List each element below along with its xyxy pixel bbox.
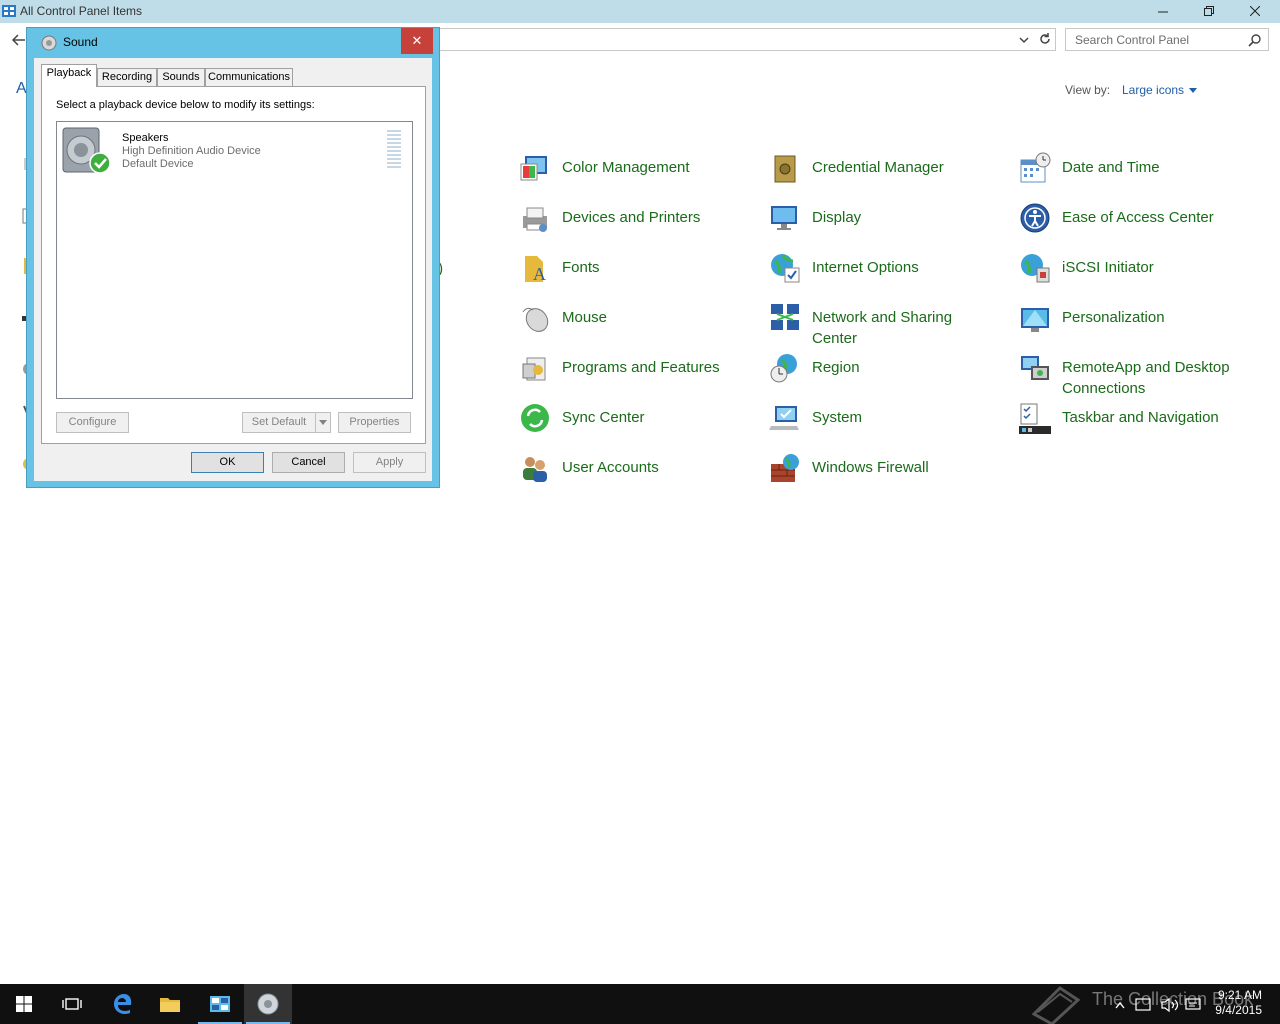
- fonts-icon: A: [525, 256, 546, 284]
- task-view-icon: [62, 998, 82, 1010]
- item-region[interactable]: Region: [769, 352, 860, 384]
- item-display[interactable]: Display: [769, 202, 861, 234]
- instruction-text: Select a playback device below to modify…: [56, 99, 315, 111]
- dialog-close-button[interactable]: ✕: [401, 28, 433, 54]
- mouse-icon: [522, 307, 549, 332]
- close-icon: [1249, 5, 1261, 17]
- item-user-accounts[interactable]: User Accounts: [519, 452, 659, 484]
- item-credential-manager[interactable]: Credential Manager: [769, 152, 944, 184]
- task-view-button[interactable]: [48, 984, 96, 1024]
- item-color-management[interactable]: Color Management: [519, 152, 690, 184]
- color-management-icon: [520, 156, 547, 181]
- tab-sounds[interactable]: Sounds: [157, 68, 205, 86]
- system-icon: [769, 406, 799, 430]
- search-placeholder: Search Control Panel: [1075, 33, 1190, 47]
- title-bar[interactable]: All Control Panel Items: [0, 0, 1280, 23]
- svg-text:A: A: [533, 264, 546, 284]
- system-tray[interactable]: [1110, 996, 1210, 1014]
- item-network-and-sharing-center[interactable]: Network and Sharing Center: [769, 302, 972, 349]
- region-icon: [770, 354, 797, 383]
- speaker-icon: [257, 993, 279, 1015]
- item-devices-and-printers[interactable]: Devices and Printers: [519, 202, 700, 234]
- iscsi-icon: [1021, 254, 1050, 283]
- firewall-icon: [771, 454, 799, 482]
- remoteapp-icon: [1021, 356, 1049, 380]
- device-description: High Definition Audio Device: [122, 145, 261, 157]
- configure-button[interactable]: Configure: [56, 412, 129, 433]
- ok-button[interactable]: OK: [191, 452, 264, 473]
- start-button[interactable]: [0, 984, 48, 1024]
- display-icon: [771, 206, 797, 230]
- tab-communications[interactable]: Communications: [205, 68, 293, 86]
- windows-logo-icon: [16, 996, 32, 1012]
- item-mouse[interactable]: Mouse: [519, 302, 607, 334]
- search-input[interactable]: Search Control Panel: [1065, 28, 1269, 51]
- item-ease-of-access-center[interactable]: Ease of Access Center: [1019, 202, 1214, 234]
- item-remoteapp-and-desktop-connections[interactable]: RemoteApp and Desktop Connections: [1019, 352, 1247, 399]
- device-status: Default Device: [122, 158, 194, 170]
- set-default-button[interactable]: Set Default: [242, 412, 316, 433]
- taskbar: The Collection Book 9:21 AM 9/4/2015: [0, 984, 1280, 1024]
- address-bar[interactable]: [436, 28, 1056, 51]
- dialog-title: Sound: [63, 35, 98, 49]
- item-windows-firewall[interactable]: Windows Firewall: [769, 452, 929, 484]
- playback-panel: Select a playback device below to modify…: [41, 86, 426, 444]
- item-date-and-time[interactable]: Date and Time: [1019, 152, 1160, 184]
- file-explorer-button[interactable]: [146, 984, 194, 1024]
- personalization-icon: [1021, 308, 1049, 332]
- apply-button[interactable]: Apply: [353, 452, 426, 473]
- refresh-icon[interactable]: [1038, 32, 1052, 46]
- search-icon[interactable]: [1248, 33, 1262, 47]
- speaker-icon: [41, 35, 57, 51]
- tab-playback[interactable]: Playback: [41, 64, 97, 87]
- credential-manager-icon: [774, 155, 796, 183]
- item-fonts[interactable]: A Fonts: [519, 252, 600, 284]
- network-icon: [771, 304, 799, 330]
- cancel-button[interactable]: Cancel: [272, 452, 345, 473]
- sync-icon: [521, 404, 549, 432]
- dialog-client-area: Playback Recording Sounds Communications…: [34, 58, 432, 481]
- view-by-dropdown[interactable]: Large icons: [1122, 83, 1197, 97]
- user-accounts-icon: [523, 457, 547, 482]
- control-panel-icon: [210, 996, 230, 1012]
- item-sync-center[interactable]: Sync Center: [519, 402, 645, 434]
- close-button[interactable]: [1232, 0, 1278, 22]
- folder-icon: [160, 998, 180, 1012]
- item-system[interactable]: System: [769, 402, 862, 434]
- properties-button[interactable]: Properties: [338, 412, 411, 433]
- device-name: Speakers: [122, 132, 169, 144]
- item-taskbar-and-navigation[interactable]: Taskbar and Navigation: [1019, 402, 1219, 434]
- ease-of-access-icon: [1020, 203, 1050, 233]
- edge-icon: [114, 994, 132, 1014]
- item-internet-options[interactable]: Internet Options: [769, 252, 919, 284]
- edge-browser-button[interactable]: [98, 984, 146, 1024]
- item-programs-and-features[interactable]: Programs and Features: [519, 352, 720, 384]
- book-logo-icon: [1031, 986, 1081, 1024]
- restore-icon: [1204, 6, 1214, 16]
- taskbar-icon: [1019, 403, 1051, 434]
- view-by-label: View by:: [1065, 83, 1111, 97]
- minimize-icon: [1158, 11, 1168, 13]
- set-default-dropdown[interactable]: [315, 412, 331, 433]
- restore-button[interactable]: [1186, 0, 1232, 22]
- control-panel-taskbar-button[interactable]: [196, 984, 244, 1024]
- minimize-button[interactable]: [1140, 0, 1186, 22]
- device-list[interactable]: Speakers High Definition Audio Device De…: [56, 121, 413, 399]
- control-panel-icon: [2, 5, 16, 17]
- sound-taskbar-button[interactable]: [244, 984, 292, 1024]
- item-personalization[interactable]: Personalization: [1019, 302, 1165, 334]
- speakers-icon: [62, 127, 111, 174]
- item-iscsi-initiator[interactable]: iSCSI Initiator: [1019, 252, 1154, 284]
- volume-level-meter: [387, 130, 401, 170]
- programs-icon: [522, 357, 546, 381]
- internet-options-icon: [771, 254, 800, 283]
- devices-printers-icon: [523, 207, 547, 232]
- window-title: All Control Panel Items: [20, 4, 143, 18]
- clock-time[interactable]: 9:21 AM: [1214, 988, 1262, 1002]
- clock-date[interactable]: 9/4/2015: [1214, 1003, 1262, 1017]
- tab-recording[interactable]: Recording: [97, 68, 157, 86]
- date-time-icon: [1020, 152, 1051, 183]
- sound-dialog: Sound ✕ Playback Recording Sounds Commun…: [26, 27, 440, 488]
- chevron-down-icon[interactable]: [1018, 34, 1030, 46]
